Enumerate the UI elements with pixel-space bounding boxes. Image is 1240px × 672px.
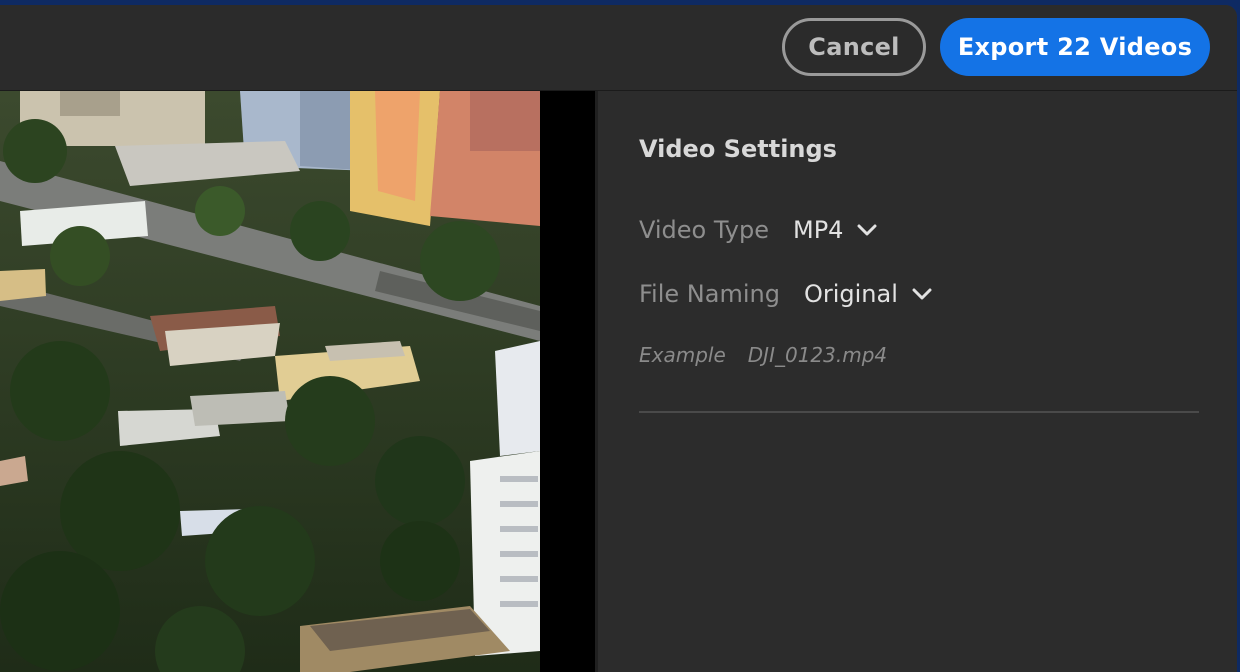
file-naming-row: File Naming Original (639, 280, 932, 308)
aerial-preview-image (0, 91, 540, 672)
video-type-value: MP4 (793, 216, 844, 244)
video-type-row: Video Type MP4 (639, 216, 877, 244)
file-naming-dropdown[interactable]: Original (804, 280, 932, 308)
chevron-down-icon (912, 288, 932, 300)
video-settings-panel: Video Settings Video Type MP4 File Namin… (595, 91, 1237, 672)
settings-title: Video Settings (639, 135, 837, 163)
file-naming-label: File Naming (639, 280, 780, 308)
example-label: Example (639, 343, 726, 367)
file-naming-example: Example DJI_0123.mp4 (639, 343, 887, 367)
chevron-down-icon (857, 224, 877, 236)
file-naming-value: Original (803, 280, 898, 308)
cancel-button[interactable]: Cancel (782, 18, 926, 76)
preview-letterbox (540, 91, 595, 672)
video-type-label: Video Type (639, 216, 769, 244)
export-button[interactable]: Export 22 Videos (940, 18, 1210, 76)
example-value: DJI_0123.mp4 (747, 343, 888, 367)
export-dialog: Cancel Export 22 Videos Video Settings V… (0, 5, 1237, 672)
video-type-dropdown[interactable]: MP4 (793, 216, 877, 244)
video-preview (0, 91, 540, 672)
dialog-header: Cancel Export 22 Videos (0, 5, 1237, 91)
settings-divider (639, 411, 1199, 413)
